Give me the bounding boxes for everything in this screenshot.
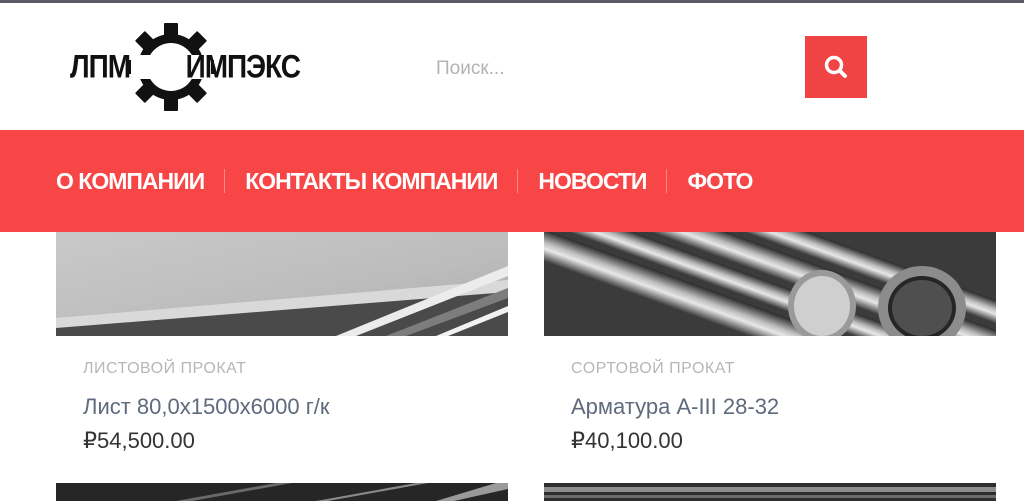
main-nav: О КОМПАНИИ КОНТАКТЫ КОМПАНИИ НОВОСТИ ФОТ…	[0, 130, 1024, 232]
search-icon	[824, 55, 847, 78]
site-logo[interactable]: ЛПМ ИМПЭКС	[70, 17, 301, 117]
product-price: ₽40,100.00	[571, 428, 683, 453]
product-image-partial[interactable]	[56, 483, 508, 501]
logo-text-right: ИМПЭКС	[185, 48, 301, 85]
product-card: ЛИСТОВОЙ ПРОКАТ Лист 80,0х1500х6000 г/к …	[56, 232, 508, 453]
product-image-rebar[interactable]	[544, 232, 996, 336]
nav-item-news[interactable]: НОВОСТИ	[538, 168, 647, 195]
nav-item-contacts[interactable]: КОНТАКТЫ КОМПАНИИ	[245, 168, 498, 195]
nav-divider	[224, 169, 226, 193]
search-input[interactable]	[426, 51, 786, 87]
logo-text-left: ЛПМ	[70, 48, 131, 85]
product-title[interactable]: Лист 80,0х1500х6000 г/к	[83, 394, 330, 420]
product-image-partial[interactable]	[544, 483, 996, 501]
search-button[interactable]	[805, 36, 867, 98]
gear-icon	[128, 21, 215, 113]
nav-divider	[666, 169, 668, 193]
site-header: ЛПМ ИМПЭКС Поиск...	[0, 3, 1024, 130]
product-category: СОРТОВОЙ ПРОКАТ	[571, 360, 735, 377]
product-card: СОРТОВОЙ ПРОКАТ Арматура А-III 28-32 ₽40…	[544, 232, 996, 453]
product-price: ₽54,500.00	[83, 428, 195, 453]
product-title[interactable]: Арматура А-III 28-32	[571, 394, 779, 420]
nav-item-about[interactable]: О КОМПАНИИ	[56, 168, 205, 195]
nav-item-photo[interactable]: ФОТО	[687, 168, 753, 195]
nav-divider	[517, 169, 519, 193]
product-image-sheet-metal[interactable]	[56, 232, 508, 336]
product-category: ЛИСТОВОЙ ПРОКАТ	[83, 360, 247, 377]
